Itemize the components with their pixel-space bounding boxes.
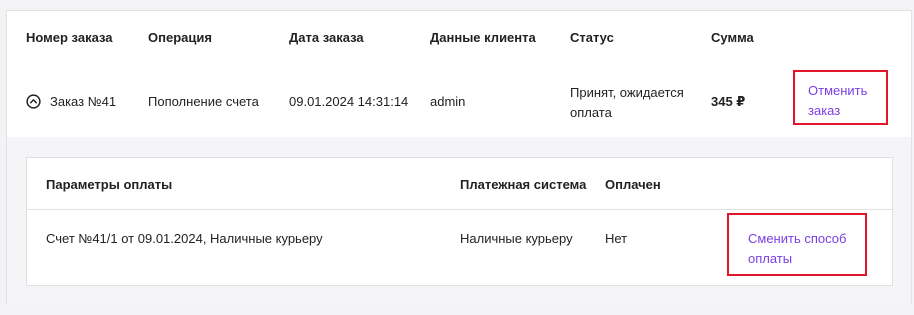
header-paid: Оплачен [605,177,661,192]
cancel-order-link[interactable]: Отменить заказ [808,81,880,121]
order-operation: Пополнение счета [148,94,259,109]
header-status: Статус [570,30,614,45]
order-details: Параметры оплаты Платежная система Оплач… [7,137,911,305]
header-payment-params: Параметры оплаты [46,177,173,192]
header-sum: Сумма [711,30,754,45]
header-client-data: Данные клиента [430,30,536,45]
payment-params-panel: Параметры оплаты Платежная система Оплач… [26,157,893,286]
order-number: Заказ №41 [50,94,117,109]
order-status: Принят, ожидается оплата [570,85,684,120]
payment-system-value: Наличные курьеру [460,231,573,246]
header-operation: Операция [148,30,212,45]
header-order-date: Дата заказа [289,30,364,45]
payment-table-divider [27,209,892,210]
order-sum: 345 ₽ [711,94,746,109]
header-payment-system: Платежная система [460,177,587,192]
orders-panel: Номер заказа Операция Дата заказа Данные… [6,10,912,305]
order-row: Заказ №41 Пополнение счета 09.01.2024 14… [7,67,911,137]
order-client: admin [430,94,466,109]
change-payment-method-link[interactable]: Сменить способ оплаты [748,229,858,269]
chevron-up-circle-icon[interactable] [26,94,41,109]
paid-value: Нет [605,231,628,246]
header-order-number: Номер заказа [26,30,113,45]
orders-table-header: Номер заказа Операция Дата заказа Данные… [7,25,911,49]
order-date: 09.01.2024 14:31:14 [289,94,409,109]
payment-params-value: Счет №41/1 от 09.01.2024, Наличные курье… [46,231,323,246]
